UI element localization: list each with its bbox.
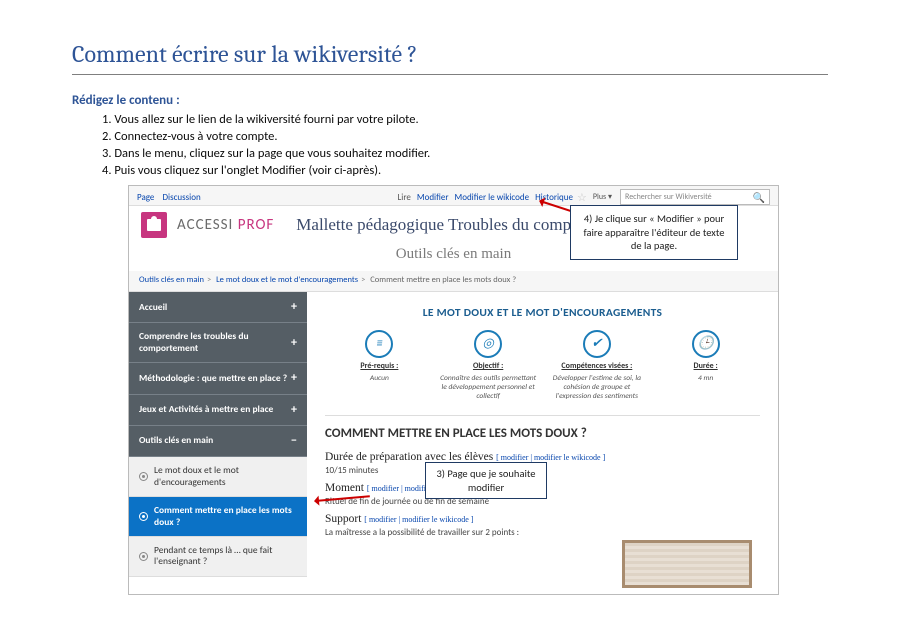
sidebar-item-accueil[interactable]: Accueil+: [129, 292, 307, 323]
edit-link[interactable]: [ modifier | modifier le wikicode ]: [364, 515, 473, 524]
sidebar-sub-comment[interactable]: Comment mettre en place les mots doux ?: [129, 497, 307, 537]
section-duree: Durée de préparation avec les élèves [ m…: [325, 451, 760, 463]
plus-menu[interactable]: Plus ▾: [593, 192, 612, 202]
sidebar-item-outils[interactable]: Outils clés en main−: [129, 426, 307, 457]
bullet-icon: [139, 472, 148, 481]
tab-page[interactable]: Page: [137, 192, 154, 203]
accessiprof-logo-icon: [141, 212, 167, 238]
step-2: Connectez-vous à votre compte.: [102, 129, 828, 144]
breadcrumb: Outils clés en main> Le mot doux et le m…: [129, 271, 778, 291]
callout-3: 3) Page que je souhaite modifier: [425, 462, 547, 499]
section-label: Rédigez le contenu :: [72, 93, 828, 108]
callout-4: 4) Je clique sur « Modifier » pour faire…: [570, 205, 738, 260]
search-input[interactable]: Rechercher sur Wikiversité 🔍: [620, 189, 770, 205]
search-placeholder: Rechercher sur Wikiversité: [625, 192, 712, 202]
wiki-top-tabs: Page Discussion Lire Modifier Modifier l…: [129, 186, 778, 205]
check-icon: ✔: [583, 330, 611, 358]
search-icon[interactable]: 🔍: [753, 191, 765, 204]
breadcrumb-current: Comment mettre en place les mots doux ?: [370, 275, 516, 285]
steps-list: Vous allez sur le lien de la wikiversité…: [72, 112, 828, 178]
section-support: Support [ modifier | modifier le wikicod…: [325, 513, 760, 525]
tab-wikicode[interactable]: Modifier le wikicode: [455, 192, 530, 203]
step-3: Dans le menu, cliquez sur la page que vo…: [102, 146, 828, 161]
sidebar-item-jeux[interactable]: Jeux et Activités à mettre en place+: [129, 395, 307, 426]
step-1: Vous allez sur le lien de la wikiversité…: [102, 112, 828, 127]
star-icon[interactable]: ☆: [577, 191, 587, 204]
sidebar: Accueil+ Comprendre les troubles du comp…: [129, 292, 307, 595]
content-top-title: LE MOT DOUX ET LE MOT D'ENCOURAGEMENTS: [325, 306, 760, 320]
sidebar-sub-motdoux[interactable]: Le mot doux et le mot d'encouragements: [129, 457, 307, 497]
bullet-icon: [139, 552, 148, 561]
target-icon: ◎: [474, 330, 502, 358]
clock-icon: 🕒: [692, 330, 720, 358]
tab-modifier[interactable]: Modifier: [417, 192, 449, 203]
brand-text: ACCESSI PROF: [177, 216, 274, 234]
sidebar-item-comprendre[interactable]: Comprendre les troubles du comportement+: [129, 323, 307, 363]
sidebar-sub-pendant[interactable]: Pendant ce temps là … que fait l'enseign…: [129, 537, 307, 577]
summary-icons-row: ≡ Pré-requis : Aucun ◎ Objectif : Connaî…: [325, 330, 760, 401]
doc-title: Comment écrire sur la wikiversité ?: [72, 40, 828, 75]
list-icon: ≡: [365, 330, 393, 358]
bullet-icon: [139, 512, 148, 521]
content-h2: COMMENT METTRE EN PLACE LES MOTS DOUX ?: [325, 426, 760, 441]
step-4: Puis vous cliquez sur l'onglet Modifier …: [102, 163, 828, 178]
support-image-thumb: [622, 540, 752, 588]
breadcrumb-1[interactable]: Outils clés en main: [139, 275, 204, 285]
support-text: La maîtresse a la possibilité de travail…: [325, 527, 760, 538]
breadcrumb-2[interactable]: Le mot doux et le mot d'encouragements: [216, 275, 358, 285]
edit-link[interactable]: [ modifier | modifier le wikicode ]: [496, 453, 605, 462]
tab-discussion[interactable]: Discussion: [162, 192, 200, 203]
tab-lire[interactable]: Lire: [398, 192, 411, 203]
sidebar-item-methodo[interactable]: Méthodologie : que mettre en place ?+: [129, 363, 307, 394]
